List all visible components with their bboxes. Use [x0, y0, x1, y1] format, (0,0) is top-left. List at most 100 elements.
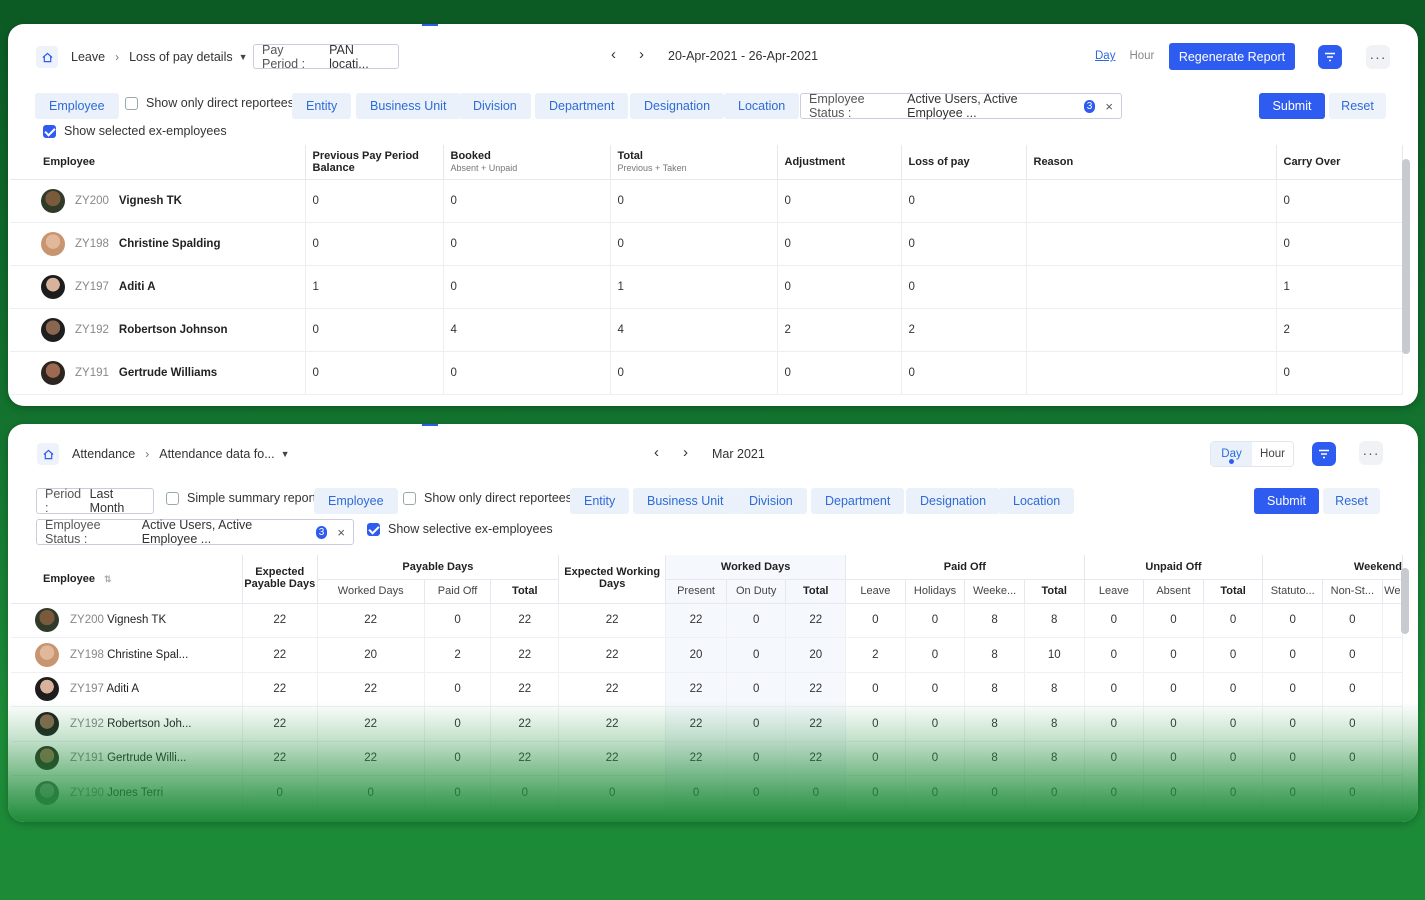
col-prev-balance[interactable]: Previous Pay Period Balance: [305, 145, 444, 180]
prev-arrow-icon[interactable]: ‹: [654, 444, 659, 461]
hour-option[interactable]: Hour: [1252, 442, 1293, 466]
regenerate-report-button[interactable]: Regenerate Report: [1169, 43, 1295, 70]
vertical-scrollbar[interactable]: [1402, 159, 1410, 354]
col-payable-paid-off[interactable]: Paid Off: [424, 579, 492, 604]
table-row[interactable]: ZY191 Gertrude Willi... 22 22 0 22 22 22 0 22 0 0 8…: [11, 741, 1404, 776]
division-filter-chip[interactable]: Division: [459, 93, 531, 119]
employee-name[interactable]: Robertson Joh...: [107, 718, 191, 730]
col-worked-present[interactable]: Present: [665, 579, 727, 604]
department-filter-chip[interactable]: Department: [811, 488, 905, 514]
next-arrow-icon[interactable]: ›: [683, 444, 688, 461]
employee-cell[interactable]: ZY197 Aditi A: [10, 265, 306, 309]
table-row[interactable]: ZY200 Vignesh TK 0 0 0 0 0 0: [10, 179, 1403, 223]
col-payable-total[interactable]: Total: [490, 579, 560, 604]
filter-icon[interactable]: [1318, 45, 1342, 69]
employee-name[interactable]: Christine Spal...: [107, 649, 188, 661]
col-total[interactable]: Total Previous + Taken: [610, 145, 778, 180]
col-worked-on-duty[interactable]: On Duty: [726, 579, 787, 604]
more-options-icon[interactable]: ···: [1366, 45, 1390, 69]
employee-name[interactable]: Robertson Johnson: [119, 324, 228, 336]
table-row[interactable]: ZY190 Jones Terri 0 0 0 0 0 0 0 0 0 0 0 0 0 0 0 0 0: [11, 775, 1404, 811]
entity-filter-chip[interactable]: Entity: [570, 488, 630, 514]
table-row[interactable]: ZY197 Aditi A 22 22 0 22 22 22 0 22 0 0 8 8 0 0 0 0 0: [11, 672, 1404, 707]
reset-button[interactable]: Reset: [1323, 488, 1380, 514]
designation-filter-chip[interactable]: Designation: [630, 93, 725, 119]
employee-cell[interactable]: ZY192 Robertson Johnson: [10, 308, 306, 352]
col-expected-payable[interactable]: Expected Payable Days: [242, 555, 318, 604]
entity-filter-chip[interactable]: Entity: [292, 93, 352, 119]
simple-summary-checkbox[interactable]: Simple summary report: [166, 491, 316, 505]
col-unpaid-leave[interactable]: Leave: [1084, 579, 1145, 604]
breadcrumb-report[interactable]: Loss of pay details: [129, 50, 233, 64]
direct-reportees-checkbox[interactable]: Show only direct reportees: [403, 491, 572, 505]
col-paid-holidays[interactable]: Holidays: [905, 579, 966, 604]
col-unpaid-absent[interactable]: Absent: [1143, 579, 1204, 604]
col-worked-total[interactable]: Total: [785, 579, 847, 604]
employee-cell[interactable]: ZY198 Christine Spalding: [10, 222, 306, 266]
employee-filter-chip[interactable]: Employee: [35, 93, 119, 119]
col-paid-weekend[interactable]: Weeke...: [964, 579, 1025, 604]
caret-down-icon[interactable]: ▼: [281, 449, 290, 459]
home-icon[interactable]: [37, 443, 59, 465]
employee-name[interactable]: Vignesh TK: [107, 614, 166, 626]
employee-cell[interactable]: ZY190 Jones Terri: [11, 775, 243, 811]
employee-filter-chip[interactable]: Employee: [314, 488, 398, 514]
col-weekend-statutory[interactable]: Statuto...: [1262, 579, 1324, 604]
breadcrumb-leave[interactable]: Leave: [71, 50, 105, 64]
filter-icon[interactable]: [1312, 442, 1336, 466]
pay-period-select[interactable]: Pay Period : PAN locati...: [253, 43, 399, 71]
clear-status-icon[interactable]: ×: [1105, 99, 1113, 114]
ex-employees-checkbox[interactable]: Show selected ex-employees: [43, 124, 227, 138]
home-icon[interactable]: [36, 46, 58, 68]
day-option[interactable]: Day: [1211, 442, 1252, 466]
col-employee[interactable]: Employee: [10, 145, 306, 180]
col-unpaid-total[interactable]: Total: [1203, 579, 1264, 604]
col-expected-working[interactable]: Expected Working Days: [558, 555, 667, 604]
employee-name[interactable]: Gertrude Williams: [119, 367, 217, 379]
breadcrumb-attendance[interactable]: Attendance: [72, 447, 135, 461]
hour-option[interactable]: Hour: [1129, 50, 1154, 62]
reset-button[interactable]: Reset: [1329, 93, 1386, 119]
checkbox-checked-icon[interactable]: [43, 124, 56, 138]
location-filter-chip[interactable]: Location: [999, 488, 1075, 514]
vertical-scrollbar[interactable]: [1401, 568, 1409, 634]
col-reason[interactable]: Reason: [1026, 145, 1277, 180]
col-carry-over[interactable]: Carry Over: [1276, 145, 1403, 180]
table-row[interactable]: ZY200 Vignesh TK 22 22 0 22 22 22 0 22 0 0 8 8 0 0 0 0 0: [11, 603, 1404, 638]
col-weekend-we[interactable]: We: [1382, 579, 1404, 604]
employee-cell[interactable]: ZY200 Vignesh TK: [11, 603, 243, 638]
col-adjustment[interactable]: Adjustment: [777, 145, 902, 180]
direct-reportees-checkbox[interactable]: Show only direct reportees: [125, 96, 294, 110]
employee-name[interactable]: Aditi A: [119, 281, 156, 293]
department-filter-chip[interactable]: Department: [535, 93, 629, 119]
employee-name[interactable]: Christine Spalding: [119, 238, 221, 250]
checkbox-checked-icon[interactable]: [367, 522, 380, 536]
employee-cell[interactable]: ZY198 Christine Spal...: [11, 637, 243, 673]
designation-filter-chip[interactable]: Designation: [906, 488, 1001, 514]
business-unit-filter-chip[interactable]: Business Unit: [356, 93, 461, 119]
period-select[interactable]: Period : Last Month: [36, 487, 154, 515]
employee-cell[interactable]: ZY192 Robertson Joh...: [11, 706, 243, 742]
prev-arrow-icon[interactable]: ‹: [611, 46, 616, 63]
col-loss-of-pay[interactable]: Loss of pay: [901, 145, 1027, 180]
col-paid-leave[interactable]: Leave: [845, 579, 906, 604]
employee-name[interactable]: Aditi A: [106, 683, 139, 695]
employee-name[interactable]: Gertrude Willi...: [107, 752, 186, 764]
table-row[interactable]: ZY192 Robertson Joh... 22 22 0 22 22 22 0 22 0 0 8 8…: [11, 706, 1404, 742]
day-option[interactable]: Day: [1095, 50, 1115, 62]
table-row[interactable]: ZY198 Christine Spalding 0 0 0 0 0 0: [10, 222, 1403, 266]
col-booked[interactable]: Booked Absent + Unpaid: [443, 145, 611, 180]
employee-cell[interactable]: ZY200 Vignesh TK: [10, 179, 306, 223]
employee-cell[interactable]: ZY191 Gertrude Willi...: [11, 741, 243, 776]
table-row[interactable]: ZY198 Christine Spal... 22 20 2 22 22 20 0 20 2 0 8…: [11, 637, 1404, 673]
more-options-icon[interactable]: ···: [1359, 441, 1383, 465]
employee-cell[interactable]: ZY191 Gertrude Williams: [10, 351, 306, 395]
checkbox-icon[interactable]: [125, 96, 138, 110]
breadcrumb-report[interactable]: Attendance data fo...: [159, 447, 274, 461]
division-filter-chip[interactable]: Division: [735, 488, 807, 514]
checkbox-icon[interactable]: [166, 491, 179, 505]
col-weekend-non-statutory[interactable]: Non-St...: [1322, 579, 1383, 604]
next-arrow-icon[interactable]: ›: [639, 46, 644, 63]
table-row[interactable]: ZY192 Robertson Johnson 0 4 4 2 2 2: [10, 308, 1403, 352]
col-payable-worked[interactable]: Worked Days: [317, 579, 425, 604]
